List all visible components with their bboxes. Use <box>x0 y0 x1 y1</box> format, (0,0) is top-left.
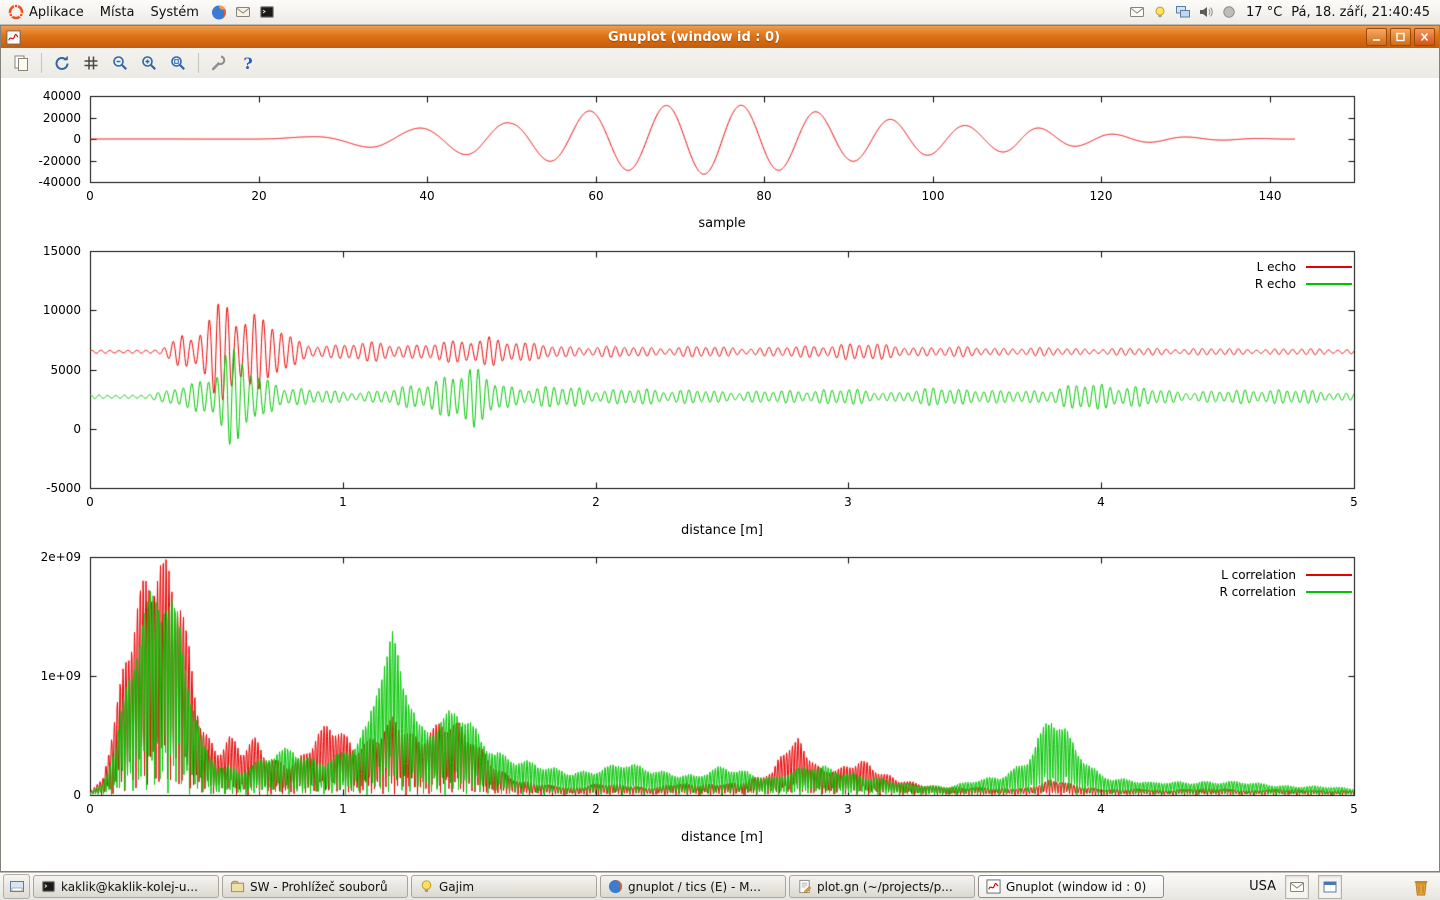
firefox-icon <box>607 879 623 895</box>
weather-icon[interactable] <box>1221 4 1237 20</box>
zoom-previous-icon[interactable] <box>107 50 133 76</box>
terminal-icon <box>40 879 56 895</box>
taskbar: kaklik@kaklik-kolej-u... SW - Prohlížeč … <box>0 872 1440 900</box>
gajim-tray-icon[interactable] <box>1152 4 1168 20</box>
applet-icon <box>1322 879 1338 895</box>
terminal-launcher[interactable] <box>255 0 279 24</box>
taskbar-button-editor[interactable]: plot.gn (~/projects/p... <box>789 875 975 898</box>
legend-entry: R correlation <box>1219 583 1352 600</box>
legend-line-sample <box>1306 266 1352 268</box>
desktop: Aplikace Místa Systém <box>0 0 1440 900</box>
keyboard-layout-indicator[interactable]: USA <box>1249 879 1276 894</box>
menu-applications-label: Aplikace <box>29 5 84 20</box>
show-desktop-button[interactable] <box>3 874 30 899</box>
email-icon <box>235 4 251 20</box>
legend-entry: R echo <box>1255 275 1352 292</box>
file-manager-icon <box>229 879 245 895</box>
firefox-icon <box>211 4 227 20</box>
ubuntu-logo-icon <box>8 4 24 20</box>
plot-canvas[interactable] <box>1 78 1439 250</box>
legend: L echo R echo <box>1255 258 1352 292</box>
top-panel: Aplikace Místa Systém <box>0 0 1440 25</box>
plot-area: sample -40000-20000020000400000204060801… <box>1 78 1439 871</box>
taskbar-button-gajim[interactable]: Gajim <box>411 875 597 898</box>
autoscale-icon[interactable] <box>165 50 191 76</box>
chart-signal: sample -40000-20000020000400000204060801… <box>1 78 1439 250</box>
legend: L correlation R correlation <box>1219 566 1352 600</box>
legend-entry: L echo <box>1257 258 1352 275</box>
notes-applet[interactable] <box>1318 875 1342 899</box>
taskbar-button-firefox[interactable]: gnuplot / tics (E) - M... <box>600 875 786 898</box>
help-icon[interactable]: ? <box>235 50 261 76</box>
legend-line-sample <box>1306 591 1352 593</box>
volume-icon[interactable] <box>1198 4 1214 20</box>
mail-notification-icon[interactable] <box>1129 4 1145 20</box>
firefox-launcher[interactable] <box>207 0 231 24</box>
gnuplot-icon <box>985 879 1001 895</box>
legend-label: L correlation <box>1221 568 1296 582</box>
toolbar-separator <box>41 53 42 73</box>
network-icon[interactable] <box>1175 4 1191 20</box>
toolbar: ? <box>1 48 1439 79</box>
grid-icon[interactable] <box>78 50 104 76</box>
gajim-icon <box>418 879 434 895</box>
taskbar-button-label: plot.gn (~/projects/p... <box>817 880 953 894</box>
trash-icon[interactable] <box>1409 875 1433 899</box>
taskbar-button-label: gnuplot / tics (E) - M... <box>628 880 761 894</box>
system-tray: 17 °C Pá, 18. září, 21:40:45 <box>1129 4 1440 20</box>
clock[interactable]: Pá, 18. září, 21:40:45 <box>1291 5 1430 20</box>
mail-applet[interactable] <box>1285 875 1309 899</box>
mail-icon <box>1289 879 1305 895</box>
menu-system[interactable]: Systém <box>142 0 206 24</box>
titlebar[interactable]: Gnuplot (window id : 0) <box>1 26 1439 48</box>
terminal-icon <box>259 4 275 20</box>
window-title: Gnuplot (window id : 0) <box>25 30 1363 45</box>
taskbar-button-label: SW - Prohlížeč souborů <box>250 880 388 894</box>
menu-system-label: Systém <box>150 5 198 20</box>
taskbar-button-gnuplot[interactable]: Gnuplot (window id : 0) <box>978 875 1164 898</box>
gnuplot-window-icon <box>5 29 21 45</box>
taskbar-button-terminal[interactable]: kaklik@kaklik-kolej-u... <box>33 875 219 898</box>
minimize-button[interactable] <box>1366 28 1387 46</box>
taskbar-button-label: Gnuplot (window id : 0) <box>1006 880 1146 894</box>
chart-echo: distance [m] L echoR echo -5000050001000… <box>1 243 1439 543</box>
menu-places[interactable]: Místa <box>92 0 143 24</box>
legend-line-sample <box>1306 574 1352 576</box>
legend-entry: L correlation <box>1221 566 1352 583</box>
maximize-button[interactable] <box>1390 28 1411 46</box>
legend-label: L echo <box>1257 260 1296 274</box>
temperature[interactable]: 17 °C <box>1244 5 1284 20</box>
show-desktop-icon <box>9 879 25 895</box>
replot-icon[interactable] <box>49 50 75 76</box>
email-launcher[interactable] <box>231 0 255 24</box>
legend-line-sample <box>1306 283 1352 285</box>
zoom-next-icon[interactable] <box>136 50 162 76</box>
plot-canvas[interactable] <box>1 243 1439 543</box>
taskbar-button-file-manager[interactable]: SW - Prohlížeč souborů <box>222 875 408 898</box>
taskbar-button-label: kaklik@kaklik-kolej-u... <box>61 880 198 894</box>
chart-correlation: distance [m] L correlationR correlation … <box>1 546 1439 868</box>
taskbar-tray: USA <box>1249 875 1437 899</box>
gnuplot-window: Gnuplot (window id : 0) <box>0 25 1440 872</box>
configure-icon[interactable] <box>206 50 232 76</box>
toolbar-separator <box>198 53 199 73</box>
menu-applications[interactable]: Aplikace <box>0 0 92 24</box>
text-editor-icon <box>796 879 812 895</box>
taskbar-button-label: Gajim <box>439 880 474 894</box>
menu-places-label: Místa <box>100 5 135 20</box>
legend-label: R echo <box>1255 277 1296 291</box>
close-button[interactable] <box>1414 28 1435 46</box>
copy-icon[interactable] <box>8 50 34 76</box>
legend-label: R correlation <box>1219 585 1296 599</box>
